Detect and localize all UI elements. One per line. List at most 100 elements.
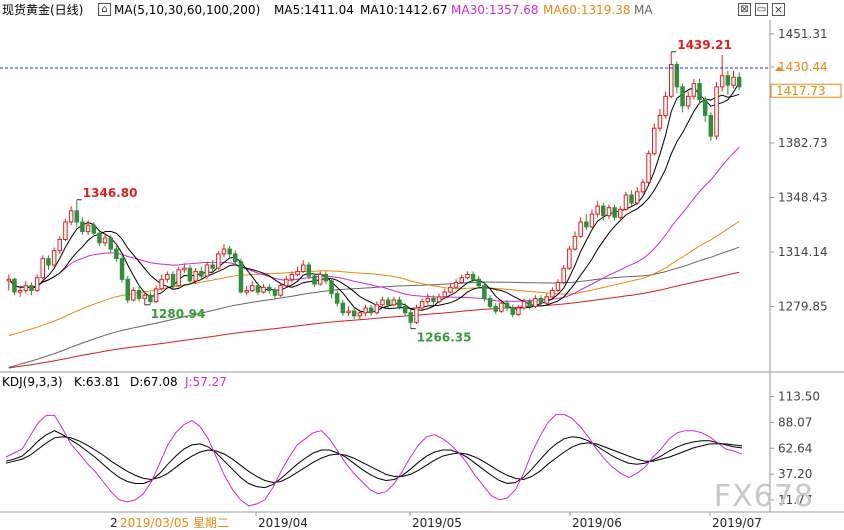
- candle-body: [204, 264, 210, 277]
- cursor-date-label: 2019/03/05 星期二: [120, 516, 229, 530]
- candle-body: [493, 305, 498, 312]
- candle-body: [114, 248, 119, 260]
- candle-body: [85, 224, 91, 233]
- candle-body: [521, 301, 527, 309]
- candle-body: [402, 305, 408, 314]
- candle-body: [640, 181, 646, 193]
- candle-body: [380, 299, 385, 306]
- candle-body: [51, 250, 57, 266]
- kdj-j-line: [5, 413, 743, 507]
- kdj-y-tick-label: 113.50: [778, 390, 820, 404]
- candle-body: [329, 280, 334, 295]
- candle-body: [584, 221, 589, 228]
- candle-body: [414, 307, 419, 323]
- candle-body: [136, 290, 142, 299]
- candle-body: [357, 312, 363, 317]
- kdj-y-tick-label: 62.64: [778, 441, 812, 455]
- candle-body: [63, 221, 68, 240]
- candle-body: [29, 285, 34, 292]
- kdj-y-tick-label: 88.07: [778, 415, 812, 429]
- y-tick-label: 1348.43: [778, 190, 828, 204]
- x-tick-label: 2: [110, 516, 118, 530]
- candle-body: [595, 205, 600, 215]
- candle-body: [601, 205, 606, 217]
- candle-body: [663, 95, 668, 117]
- candle-body: [561, 267, 566, 284]
- candle-body: [504, 302, 510, 309]
- candle-body: [119, 258, 125, 280]
- candle-body: [255, 285, 261, 293]
- candle-body: [312, 275, 317, 285]
- candle-body: [261, 286, 266, 293]
- candle-body: [340, 302, 346, 314]
- candle-body: [697, 83, 702, 100]
- candle-body: [346, 310, 351, 314]
- candle-body: [516, 307, 521, 315]
- candle-body: [272, 290, 278, 296]
- x-tick-label: 2019/07: [712, 516, 762, 530]
- candle-body: [436, 296, 442, 303]
- candle-body: [448, 286, 453, 293]
- candle-body: [635, 191, 640, 204]
- candle-body: [442, 291, 447, 298]
- candle-body: [385, 299, 391, 306]
- candle-body: [187, 267, 193, 282]
- candle-body: [691, 83, 697, 97]
- candle-body: [17, 290, 23, 293]
- price-annotation: 1346.80: [83, 186, 138, 200]
- candle-body: [578, 221, 583, 237]
- candle-body: [538, 297, 544, 304]
- price-annotation: 1280.94: [151, 307, 206, 321]
- kdj-k-line: [5, 430, 743, 489]
- candle-body: [612, 207, 617, 218]
- x-tick-label: 2019/06: [572, 516, 622, 530]
- candle-body: [323, 274, 329, 282]
- candle-body: [374, 304, 380, 314]
- candle-body: [193, 270, 198, 282]
- candle-body: [125, 278, 130, 301]
- price-annotation: 1439.21: [677, 38, 732, 52]
- candle-body: [476, 278, 481, 287]
- candle-body: [278, 285, 283, 296]
- candle-body: [419, 301, 425, 309]
- candle-body: [318, 274, 323, 285]
- candle-body: [176, 269, 181, 287]
- candle-body: [736, 76, 742, 88]
- y-tick-label: 1382.73: [778, 136, 828, 150]
- candle-body: [153, 288, 159, 303]
- y-tick-label: 1314.14: [778, 245, 828, 259]
- candle-body: [295, 270, 300, 276]
- candle-body: [301, 264, 306, 272]
- candle-body: [618, 208, 623, 218]
- candle-body: [589, 213, 595, 228]
- candle-body: [657, 115, 663, 129]
- current-price-label: 1417.73: [776, 84, 826, 98]
- candle-body: [142, 294, 147, 299]
- candle-body: [159, 278, 164, 290]
- candle-body: [334, 293, 340, 304]
- candle-body: [12, 278, 17, 293]
- candle-body: [527, 301, 532, 307]
- candle-body: [210, 264, 215, 269]
- candle-body: [34, 277, 40, 291]
- candle-body: [221, 248, 227, 255]
- candle-body: [453, 282, 459, 288]
- candle-body: [567, 248, 572, 269]
- candle-body: [267, 286, 272, 291]
- candle-body: [550, 290, 555, 298]
- candle-body: [368, 307, 374, 314]
- candle-body: [572, 235, 578, 250]
- candle-body: [6, 278, 12, 282]
- candle-body: [250, 285, 255, 292]
- candle-body: [289, 274, 295, 280]
- candle-body: [646, 153, 651, 183]
- candle-body: [97, 232, 102, 244]
- x-tick-label: 2019/05: [412, 516, 462, 530]
- candle-body: [686, 95, 691, 107]
- y-tick-label: 1279.85: [778, 300, 828, 314]
- candle-body: [46, 258, 51, 266]
- candle-body: [102, 237, 108, 244]
- candle-body: [669, 64, 674, 97]
- candle-body: [482, 285, 487, 299]
- candle-body: [68, 210, 74, 223]
